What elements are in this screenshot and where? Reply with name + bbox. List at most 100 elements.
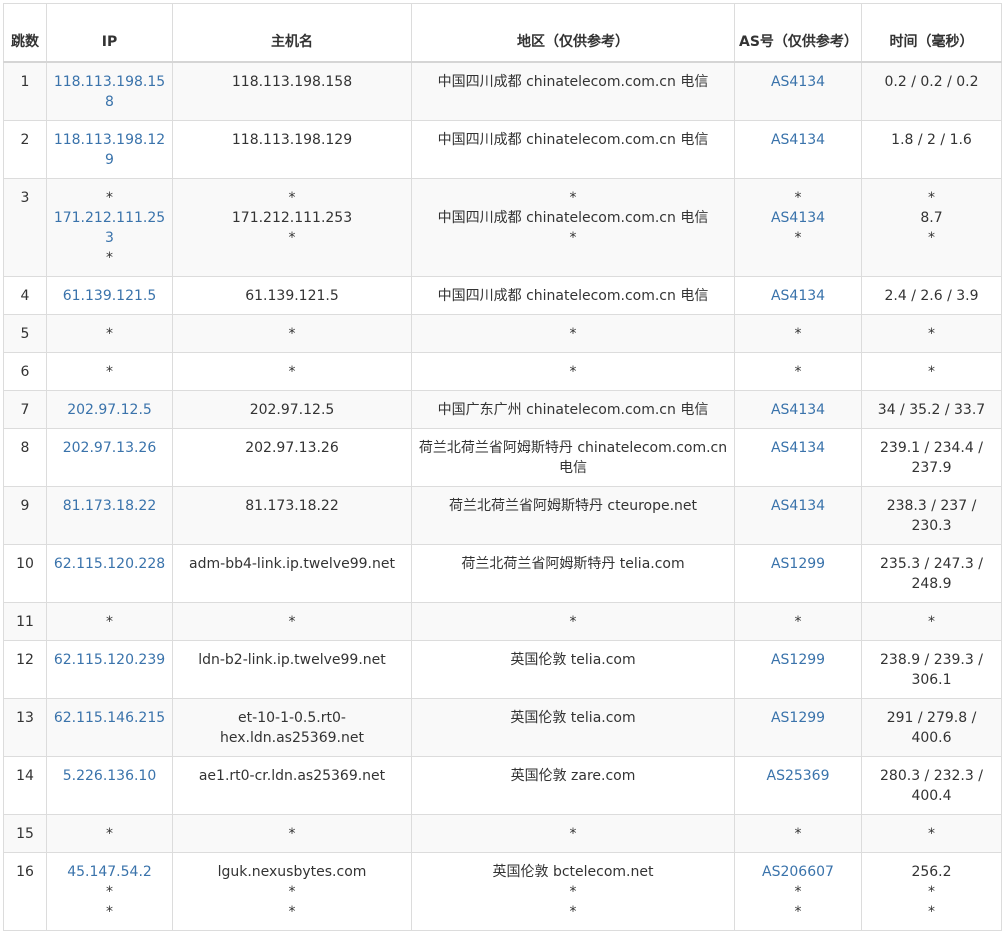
time-value: 238.9 / 239.3 / 306.1	[880, 651, 983, 688]
ip-link[interactable]: 202.97.12.5	[51, 400, 168, 420]
hostname-cell: 81.173.18.22	[172, 485, 412, 545]
time-value: 239.1 / 234.4 / 237.9	[880, 439, 983, 476]
ip-link[interactable]: 5.226.136.10	[51, 766, 168, 786]
region-cell: *	[411, 351, 735, 391]
as-cell: *	[734, 313, 862, 353]
hop-cell: 10	[3, 543, 47, 603]
ip-link[interactable]: 62.115.146.215	[51, 708, 168, 728]
time-cell: 280.3 / 232.3 / 400.4	[861, 755, 1002, 815]
as-link[interactable]: AS1299	[739, 708, 857, 728]
host-value: *	[288, 363, 296, 380]
as-link[interactable]: AS4134	[739, 438, 857, 458]
as-link[interactable]: AS4134	[739, 400, 857, 420]
ip-cell: 81.173.18.22	[46, 485, 173, 545]
as-cell: *	[734, 351, 862, 391]
as-link[interactable]: AS25369	[739, 766, 857, 786]
table-row: 2 118.113.198.129 118.113.198.129 中国四川成都 ch…	[3, 119, 1002, 179]
as-value: *	[794, 229, 802, 246]
time-value: 280.3 / 232.3 / 400.4	[880, 767, 983, 804]
host-value: *	[288, 825, 296, 842]
ip-link[interactable]: 62.115.120.239	[51, 650, 168, 670]
hostname-cell: * 171.212.111.253 *	[172, 177, 412, 277]
as-link[interactable]: AS4134	[739, 72, 857, 92]
as-link[interactable]: AS4134	[739, 286, 857, 306]
as-link[interactable]: AS1299	[739, 650, 857, 670]
host-value: 118.113.198.129	[231, 131, 353, 148]
table-row: 10 62.115.120.228 adm-bb4-link.ip.twelve99…	[3, 543, 1002, 603]
host-value: *	[288, 903, 296, 920]
as-value: *	[794, 325, 802, 342]
table-row: 7 202.97.12.5 202.97.12.5 中国广东广州 chinatelec…	[3, 389, 1002, 429]
table-row: 1 118.113.198.158 118.113.198.158 中国四川成都 ch…	[3, 61, 1002, 121]
region-value: 英国伦敦 telia.com	[510, 709, 636, 726]
region-value: 中国四川成都 chinatelecom.com.cn 电信	[437, 73, 709, 90]
as-link[interactable]: AS4134	[739, 130, 857, 150]
time-value: *	[928, 883, 935, 900]
ip-cell: *	[46, 601, 173, 641]
ip-link[interactable]: 171.212.111.253	[51, 208, 168, 248]
as-cell: AS4134	[734, 427, 862, 487]
region-cell: 中国广东广州 chinatelecom.com.cn 电信	[411, 389, 735, 429]
ip-value: *	[106, 825, 113, 842]
ip-link[interactable]: 61.139.121.5	[51, 286, 168, 306]
time-cell: *	[861, 813, 1002, 853]
time-value: *	[928, 325, 935, 342]
as-value: *	[794, 363, 802, 380]
ip-link[interactable]: 62.115.120.228	[51, 554, 168, 574]
hostname-cell: *	[172, 813, 412, 853]
region-value: *	[569, 825, 577, 842]
as-cell: AS1299	[734, 543, 862, 603]
ip-cell: 118.113.198.129	[46, 119, 173, 179]
hostname-cell: ldn-b2-link.ip.twelve99.net	[172, 639, 412, 699]
ip-link[interactable]: 118.113.198.129	[51, 130, 168, 170]
host-value: 202.97.13.26	[245, 439, 339, 456]
region-cell: *	[411, 601, 735, 641]
hostname-cell: et-10-1-0.5.rt0-hex.ldn.as25369.net	[172, 697, 412, 757]
ip-link[interactable]: 118.113.198.158	[51, 72, 168, 112]
ip-cell: 45.147.54.2 * *	[46, 851, 173, 931]
region-cell: 中国四川成都 chinatelecom.com.cn 电信	[411, 275, 735, 315]
as-cell: *	[734, 813, 862, 853]
table-body: 1 118.113.198.158 118.113.198.158 中国四川成都 ch…	[3, 61, 1002, 931]
header-hostname: 主机名	[172, 3, 412, 63]
region-cell: * 中国四川成都 chinatelecom.com.cn 电信 *	[411, 177, 735, 277]
traceroute-table: 跳数 IP 主机名 地区（仅供参考） AS号（仅供参考） 时间（毫秒） 1 118…	[3, 3, 1002, 931]
hop-cell: 7	[3, 389, 47, 429]
time-value: *	[928, 613, 935, 630]
as-value: *	[794, 883, 802, 900]
header-as: AS号（仅供参考）	[734, 3, 862, 63]
time-cell: 291 / 279.8 / 400.6	[861, 697, 1002, 757]
ip-cell: 118.113.198.158	[46, 61, 173, 121]
ip-link[interactable]: 202.97.13.26	[51, 438, 168, 458]
hop-cell: 1	[3, 61, 47, 121]
time-value: 1.8 / 2 / 1.6	[891, 131, 972, 148]
ip-link[interactable]: 81.173.18.22	[51, 496, 168, 516]
region-value: 中国广东广州 chinatelecom.com.cn 电信	[437, 401, 709, 418]
as-link[interactable]: AS1299	[739, 554, 857, 574]
ip-value: *	[106, 903, 113, 920]
as-cell: * AS4134 *	[734, 177, 862, 277]
ip-cell: 5.226.136.10	[46, 755, 173, 815]
hop-cell: 6	[3, 351, 47, 391]
time-value: 291 / 279.8 / 400.6	[886, 709, 977, 746]
as-value: *	[794, 613, 802, 630]
host-value: et-10-1-0.5.rt0-hex.ldn.as25369.net	[220, 709, 364, 746]
ip-link[interactable]: 45.147.54.2	[51, 862, 168, 882]
region-value: *	[569, 189, 577, 206]
hop-cell: 2	[3, 119, 47, 179]
ip-value: *	[106, 363, 113, 380]
as-link[interactable]: AS206607	[739, 862, 857, 882]
hop-cell: 16	[3, 851, 47, 931]
as-link[interactable]: AS4134	[739, 496, 857, 516]
hostname-cell: *	[172, 351, 412, 391]
as-cell: AS1299	[734, 697, 862, 757]
host-value: 118.113.198.158	[231, 73, 353, 90]
ip-cell: 202.97.13.26	[46, 427, 173, 487]
time-value: 256.2	[911, 863, 952, 880]
region-value: *	[569, 613, 577, 630]
as-cell: AS4134	[734, 275, 862, 315]
as-link[interactable]: AS4134	[739, 208, 857, 228]
hostname-cell: *	[172, 313, 412, 353]
host-value: 81.173.18.22	[245, 497, 339, 514]
host-value: *	[288, 189, 296, 206]
